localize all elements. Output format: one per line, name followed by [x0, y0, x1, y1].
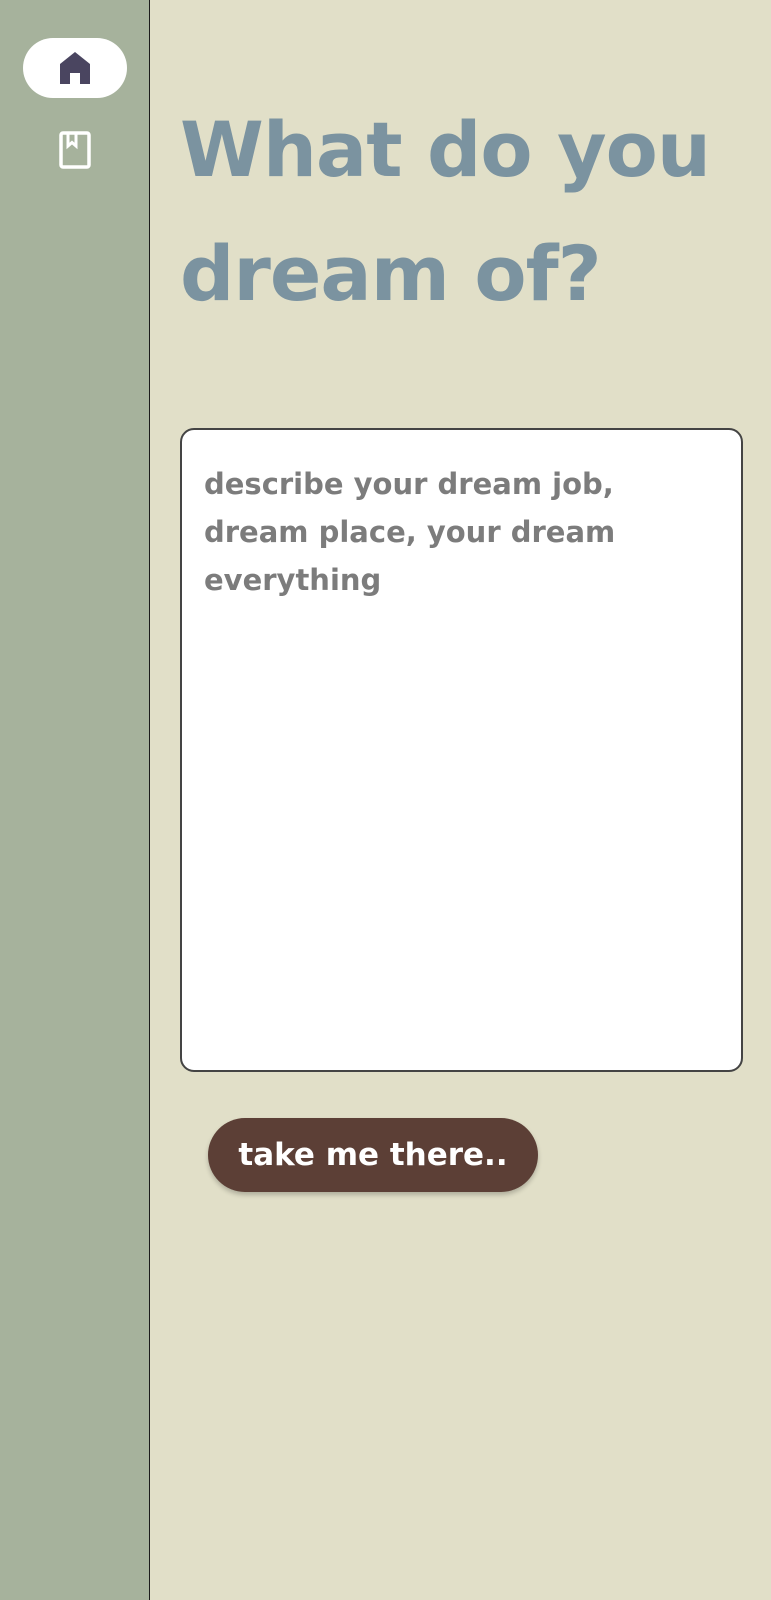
dream-description-input[interactable] — [180, 428, 743, 1072]
take-me-there-button[interactable]: take me there.. — [208, 1118, 538, 1192]
home-icon — [60, 52, 90, 84]
sidebar — [0, 0, 150, 1600]
main-content: What do you dream of? take me there.. — [150, 0, 771, 1600]
sidebar-item-home[interactable] — [23, 38, 127, 98]
page-title: What do you dream of? — [180, 105, 711, 318]
bookmark-book-icon — [59, 131, 91, 169]
sidebar-item-journal[interactable] — [55, 128, 95, 172]
